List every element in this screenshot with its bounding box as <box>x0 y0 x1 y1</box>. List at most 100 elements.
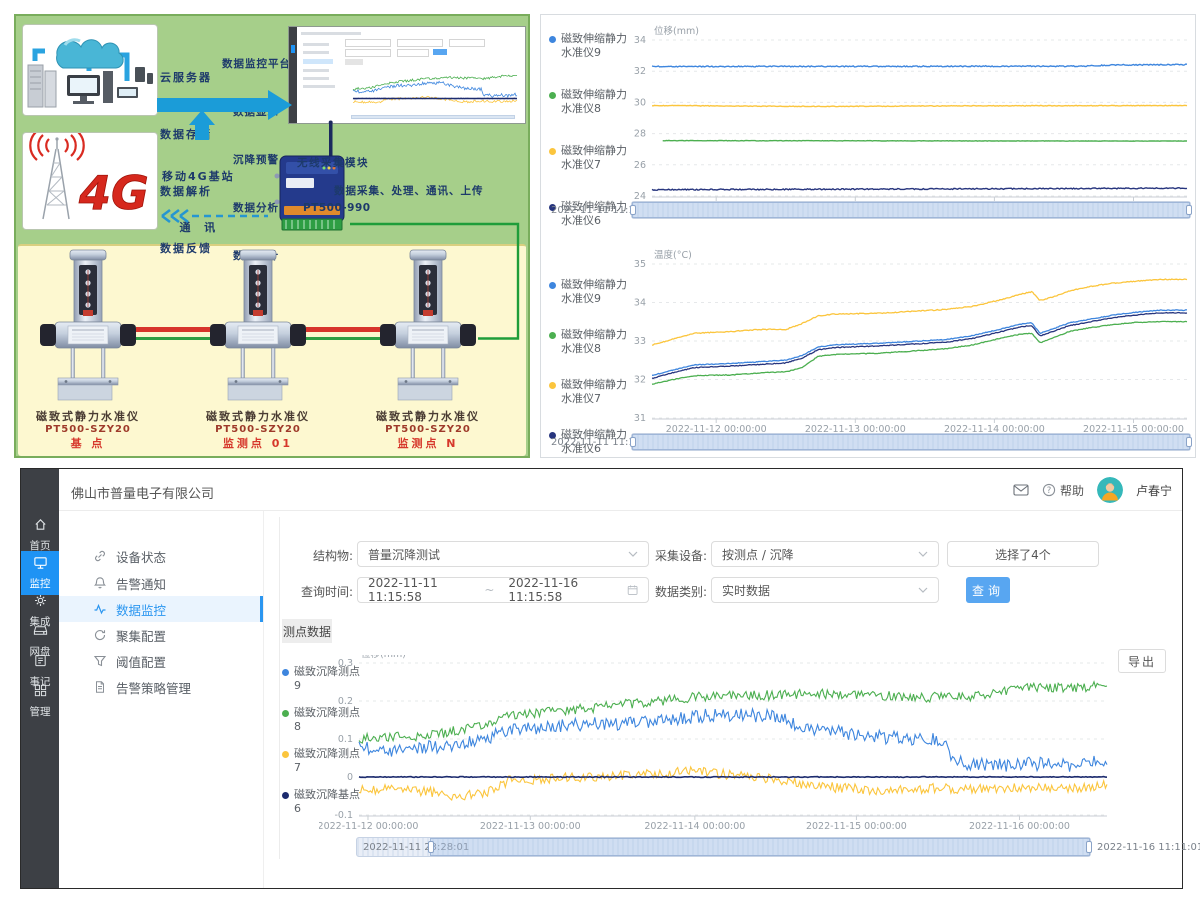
svg-text:26: 26 <box>634 160 646 171</box>
bell-icon <box>93 576 107 590</box>
monitoring-dashboard: 首页 监控 集成 网盘 事记 管理 佛山市 <box>20 468 1183 889</box>
displacement-datazoom[interactable] <box>631 201 1191 219</box>
legend-dot-icon <box>549 282 556 289</box>
gear-icon <box>33 593 48 608</box>
menu-item-alarm-policy[interactable]: 告警策略管理 <box>59 674 263 700</box>
activity-icon <box>93 602 107 616</box>
module-description: 数据采集、处理、通讯、上传 <box>334 182 484 201</box>
temperature-datazoom[interactable] <box>631 433 1191 451</box>
query-button[interactable]: 查询 <box>966 577 1010 603</box>
menu-item-threshold-config[interactable]: 阈值配置 <box>59 648 263 674</box>
sensor-label-base: 磁致式静力水准仪 PT500-SZY20 基 点 <box>18 408 158 451</box>
refresh-icon <box>93 628 107 642</box>
svg-text:35: 35 <box>634 259 646 270</box>
svg-text:-0.1: -0.1 <box>334 810 353 821</box>
svg-text:位移(mm): 位移(mm) <box>361 655 406 660</box>
menu-item-aggregation-config[interactable]: 聚集配置 <box>59 622 263 648</box>
time-start-value: 2022-11-11 11:15:58 <box>368 576 470 604</box>
svg-text:28: 28 <box>634 129 646 140</box>
svg-text:31: 31 <box>634 413 646 424</box>
dashboard-header: 佛山市普量电子有限公司 ? 帮助 卢春宁 <box>59 469 1182 511</box>
displacement-chart-legend: 磁致伸缩静力水准仪9磁致伸缩静力水准仪8磁致伸缩静力水准仪7磁致伸缩静力水准仪6 <box>549 32 631 256</box>
drive-icon <box>33 623 48 638</box>
journal-icon <box>33 653 48 668</box>
svg-text:2022-11-15 00:00:00: 2022-11-15 00:00:00 <box>806 821 907 832</box>
sensor-label-point-01: 磁致式静力水准仪 PT500-SZY20 监测点 01 <box>188 408 328 451</box>
sidebar-item-admin[interactable]: 管理 <box>21 679 59 723</box>
user-avatar[interactable] <box>1097 477 1123 503</box>
datazoom-end-time: 2022-11-16 11:11:01 <box>1097 842 1200 853</box>
svg-text:2022-11-14 00:00:00: 2022-11-14 00:00:00 <box>644 821 745 832</box>
settlement-datazoom[interactable]: 2022-11-11 23:28:01 <box>356 837 1091 857</box>
charts-panel: 磁致伸缩静力水准仪9磁致伸缩静力水准仪8磁致伸缩静力水准仪7磁致伸缩静力水准仪6… <box>540 14 1196 458</box>
cloud-server-box <box>22 24 158 116</box>
svg-text:2022-11-12 00:00:00: 2022-11-12 00:00:00 <box>319 821 418 832</box>
menu-item-alarm-notify[interactable]: 告警通知 <box>59 570 263 596</box>
4g-tower-illustration: 4G <box>23 133 155 227</box>
monitor-icon <box>33 555 48 570</box>
chevron-down-icon <box>918 587 928 594</box>
legend-item[interactable]: 磁致伸缩静力水准仪9 <box>549 278 631 306</box>
svg-text:2022-11-16 00:00:00: 2022-11-16 00:00:00 <box>969 821 1070 832</box>
svg-text:32: 32 <box>634 66 646 77</box>
legend-dot-icon <box>282 792 289 799</box>
svg-text:30: 30 <box>634 97 646 108</box>
time-end-value: 2022-11-16 11:15:58 <box>508 576 610 604</box>
cloud-devices-illustration <box>23 25 155 113</box>
legend-item[interactable]: 磁致伸缩静力水准仪9 <box>549 32 631 60</box>
legend-dot-icon <box>282 710 289 717</box>
legend-item[interactable]: 磁致伸缩静力水准仪7 <box>549 378 631 406</box>
legend-dot-icon <box>549 36 556 43</box>
user-name[interactable]: 卢春宁 <box>1136 482 1172 499</box>
link-icon <box>93 549 107 563</box>
legend-dot-icon <box>549 92 556 99</box>
time-range-picker[interactable]: 2022-11-11 11:15:58 ~ 2022-11-16 11:15:5… <box>357 577 649 603</box>
4g-label: 4G <box>78 166 149 220</box>
company-name: 佛山市普量电子有限公司 <box>71 483 214 502</box>
export-button[interactable]: 导出 <box>1118 649 1166 673</box>
grid-icon <box>33 683 48 698</box>
page: 云服务器 数据存储 数据解析 数据反馈 数据监控平台 数据显示 沉降预警 数据分… <box>0 0 1200 901</box>
structure-select[interactable]: 普量沉降测试 <box>357 541 649 567</box>
svg-text:32: 32 <box>634 375 646 386</box>
device-label: 采集设备: <box>627 547 707 564</box>
app-sidebar: 首页 监控 集成 网盘 事记 管理 <box>21 469 59 888</box>
data-category-label: 数据类别: <box>627 583 707 600</box>
help-icon: ? <box>1042 483 1056 497</box>
legend-dot-icon <box>549 382 556 389</box>
legend-dot-icon <box>549 332 556 339</box>
query-time-label: 查询时间: <box>273 583 353 600</box>
svg-text:0: 0 <box>347 772 353 783</box>
displacement-chart[interactable]: 2426283032342022-11-12 00:00:002022-11-1… <box>626 19 1191 213</box>
svg-text:34: 34 <box>634 35 646 46</box>
diagram-mini-dashboard-screenshot <box>288 26 526 124</box>
legend-item[interactable]: 磁致伸缩静力水准仪7 <box>549 144 631 172</box>
chevron-down-icon <box>918 551 928 558</box>
legend-dot-icon <box>549 148 556 155</box>
legend-item[interactable]: 磁致伸缩静力水准仪8 <box>549 328 631 356</box>
svg-text:0.2: 0.2 <box>338 696 353 707</box>
svg-text:34: 34 <box>634 298 646 309</box>
svg-text:0.3: 0.3 <box>338 658 353 669</box>
menu-item-data-monitoring[interactable]: 数据监控 <box>59 596 263 622</box>
funnel-icon <box>93 654 107 668</box>
legend-dot-icon <box>282 669 289 676</box>
svg-text:?: ? <box>1047 486 1052 496</box>
data-category-select[interactable]: 实时数据 <box>711 577 939 603</box>
help-button[interactable]: ? 帮助 <box>1042 482 1084 499</box>
system-diagram: 云服务器 数据存储 数据解析 数据反馈 数据监控平台 数据显示 沉降预警 数据分… <box>14 14 530 458</box>
device-select[interactable]: 按测点 / 沉降 <box>711 541 939 567</box>
4g-tower-box: 4G <box>22 132 158 230</box>
settlement-chart[interactable]: 0.3 0.2 0.1 0 -0.12022-11-12 00:00:00 2022-11… <box>319 655 1121 833</box>
home-icon <box>33 517 48 532</box>
svg-text:0.1: 0.1 <box>338 734 353 745</box>
menu-item-device-status[interactable]: 设备状态 <box>59 543 263 569</box>
temperature-chart-legend: 磁致伸缩静力水准仪9磁致伸缩静力水准仪8磁致伸缩静力水准仪7磁致伸缩静力水准仪6 <box>549 278 631 478</box>
temperature-chart[interactable]: 31323334352022-11-12 00:00:002022-11-13 … <box>626 245 1191 435</box>
document-icon <box>93 680 107 694</box>
legend-item[interactable]: 磁致伸缩静力水准仪8 <box>549 88 631 116</box>
device-selected-count[interactable]: 选择了4个 <box>947 541 1099 567</box>
tab-measure-point-data[interactable]: 测点数据 <box>282 619 332 643</box>
svg-text:2022-11-13 00:00:00: 2022-11-13 00:00:00 <box>480 821 581 832</box>
mail-icon[interactable] <box>1013 483 1029 497</box>
